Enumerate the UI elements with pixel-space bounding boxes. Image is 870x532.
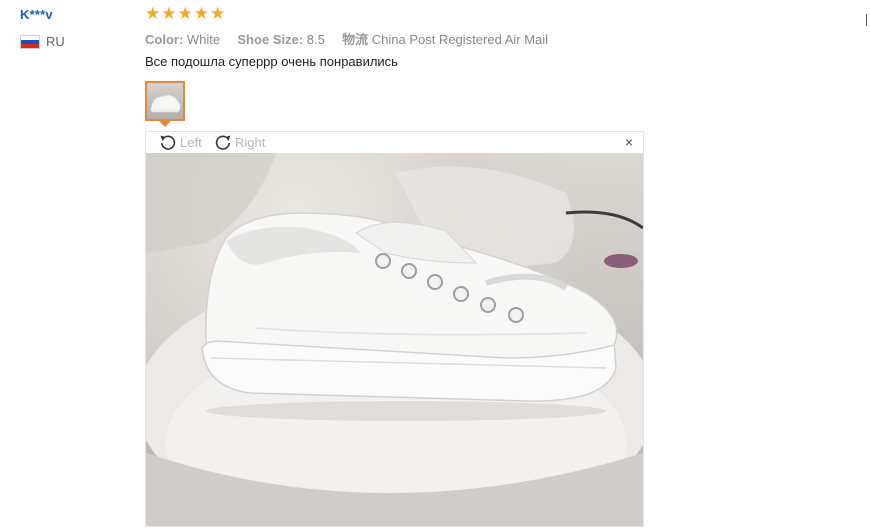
color-value: White: [186, 32, 221, 47]
review-text: Все подошла суперрр очень понравились: [145, 54, 398, 69]
country-code: RU: [46, 34, 65, 49]
thumbnail-selected-caret: [159, 121, 171, 127]
order-info: Color: White Shoe Size: 8.5 物流 China Pos…: [145, 29, 548, 48]
star-icon: ★: [145, 4, 161, 23]
rotate-left-icon: [160, 135, 176, 150]
rotate-left-button[interactable]: Left: [158, 133, 202, 151]
russia-flag-icon: [20, 34, 40, 49]
review-photo-thumbnail[interactable]: [145, 81, 185, 121]
color-label: Color:: [145, 32, 184, 47]
viewer-toolbar: Left Right ×: [146, 132, 643, 153]
size-label: Shoe Size:: [237, 32, 304, 47]
scroll-indicator: [866, 14, 867, 26]
photo-viewer: Left Right ×: [145, 131, 644, 527]
size-value: 8.5: [306, 32, 325, 47]
review-photo: [146, 153, 643, 526]
star-icon: ★: [210, 4, 226, 23]
shipping-label: 物流: [342, 32, 369, 47]
close-viewer-button[interactable]: ×: [625, 134, 633, 150]
star-rating: ★ ★ ★ ★ ★: [145, 5, 225, 23]
rotate-right-icon: [215, 135, 231, 150]
star-icon: ★: [161, 4, 177, 23]
reviewer-name: K***v: [20, 7, 53, 22]
rotate-right-button[interactable]: Right: [213, 133, 265, 151]
star-icon: ★: [177, 4, 193, 23]
sneaker-photo-illustration: [146, 153, 643, 526]
reviewer-country: RU: [20, 34, 65, 49]
rotate-left-label: Left: [180, 134, 202, 150]
rotate-right-label: Right: [235, 134, 266, 150]
star-icon: ★: [193, 4, 209, 23]
shipping-value: China Post Registered Air Mail: [371, 32, 549, 47]
